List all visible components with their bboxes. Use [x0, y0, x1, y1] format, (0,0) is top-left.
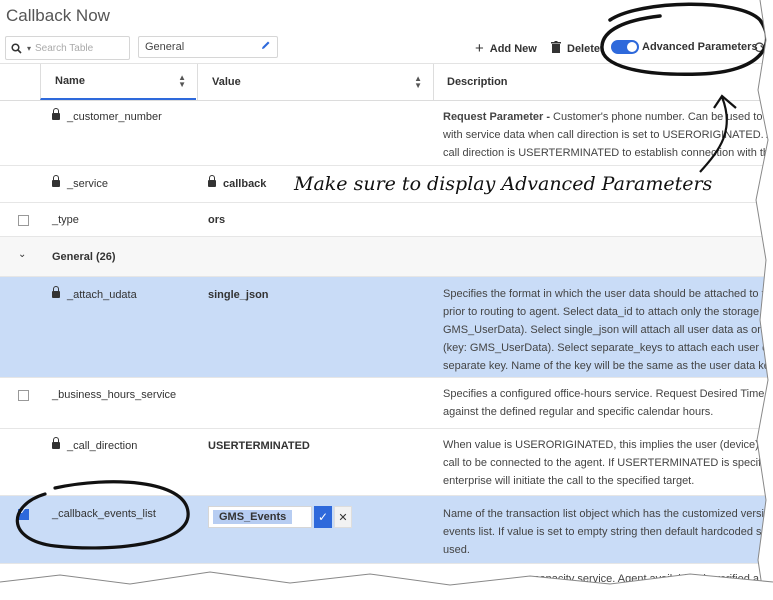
arrow-icon: [699, 96, 728, 173]
highlight-circle: [600, 2, 769, 77]
callback-now-page: Callback Now ▾ Search Table General + Ad…: [0, 0, 773, 600]
highlight-circle: [15, 480, 190, 550]
annotation-overlay: [0, 0, 773, 600]
